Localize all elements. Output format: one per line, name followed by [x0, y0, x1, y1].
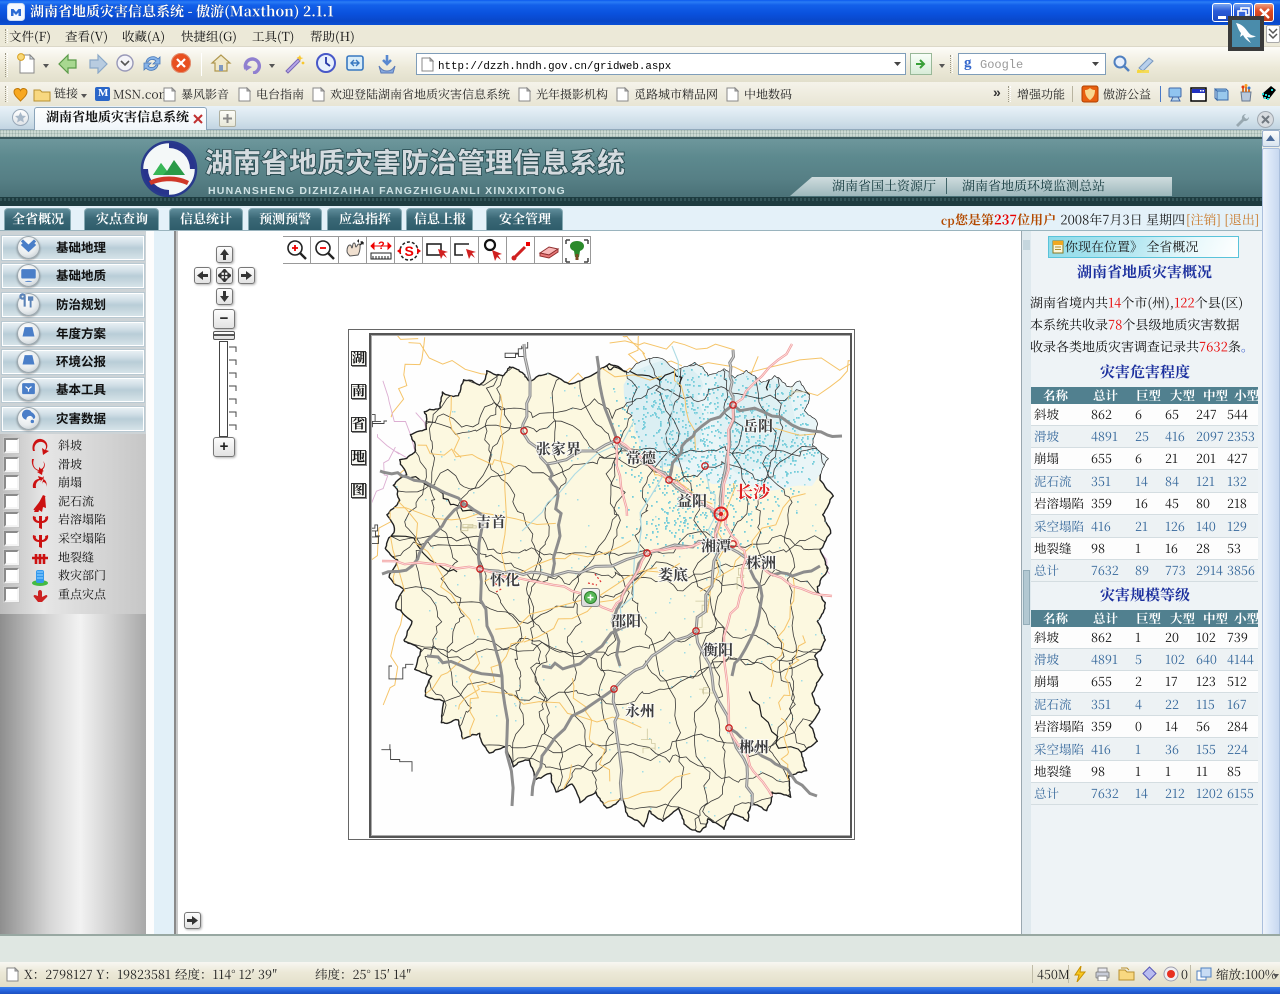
svg-text:S: S	[405, 243, 414, 259]
svg-text:?: ?	[378, 240, 385, 252]
